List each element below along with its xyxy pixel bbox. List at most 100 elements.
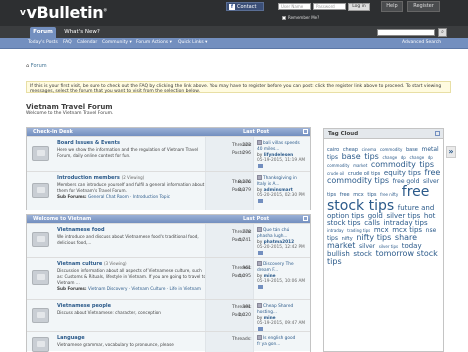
forum-link[interactable]: Vietnamese people — [57, 303, 111, 309]
last-post-title[interactable]: Que tán chú — [263, 228, 289, 233]
forum-stats: Threads: 223 Posts: 296 — [205, 137, 254, 171]
tag-link[interactable]: free nifty — [380, 192, 398, 197]
tag-link[interactable]: nifty tips — [356, 233, 391, 242]
last-post-date: 05-19-2015, 11:19 AM — [257, 158, 306, 164]
tag-link[interactable]: tips — [327, 154, 338, 161]
forum-link[interactable]: Language — [57, 335, 85, 341]
last-post-title[interactable]: Is english good — [263, 336, 295, 341]
register-button[interactable]: Register — [407, 1, 440, 12]
remember-me[interactable]: Remember Me? — [282, 15, 319, 20]
last-post-header: Last Post — [243, 129, 270, 135]
tag-link[interactable]: stock tips — [327, 219, 361, 227]
section-title[interactable]: Welcome to Vietnam — [33, 216, 91, 222]
goto-last-post-icon[interactable] — [258, 285, 263, 290]
last-post-user[interactable]: lifyndelesen — [264, 153, 294, 158]
top-header: vvBulletin® f Contact User Name Password … — [0, 0, 468, 26]
forum-row[interactable]: Vietnamese people Discuss about Vietname… — [27, 299, 310, 332]
forum-link[interactable]: Vietnamese food — [57, 227, 105, 233]
forum-row[interactable]: Vietnam culture (3 Viewing) Discussion i… — [27, 257, 310, 299]
tag-link[interactable]: commodity — [380, 147, 402, 152]
tag-link[interactable]: commodity — [371, 160, 416, 169]
tag-link[interactable]: commodity — [327, 163, 349, 168]
thread-count: 778 — [242, 230, 251, 235]
subnav-todays-posts[interactable]: Today's Posts — [28, 40, 58, 45]
breadcrumb-forum[interactable]: Forum — [31, 63, 47, 69]
tag-link[interactable]: intraday — [327, 228, 344, 233]
subnav-faq[interactable]: FAQ — [63, 40, 72, 45]
last-post-title[interactable]: Thanksgiving in — [263, 176, 297, 181]
collapse-icon[interactable] — [303, 129, 308, 134]
forum-link[interactable]: Vietnam culture (3 Viewing) — [57, 261, 127, 267]
tag-cloud-title: Tag Cloud — [328, 131, 359, 137]
forum-description: We introduce and discuss about Vietnames… — [57, 234, 199, 245]
last-post: Thanksgiving in Italy is A... by adminsm… — [257, 175, 312, 205]
login-form: User Name Password Log in — [278, 3, 370, 11]
subnav-calendar[interactable]: Calendar — [77, 40, 97, 45]
forum-status-icon — [32, 146, 49, 161]
post-count: 4,095 — [238, 274, 251, 279]
tag-link[interactable]: future and — [398, 204, 435, 212]
forum-stats: Threads: 8,276 Posts: 8,379 — [205, 172, 254, 210]
goto-last-post-icon[interactable] — [258, 199, 263, 204]
thread-icon — [257, 335, 262, 340]
remember-checkbox[interactable] — [282, 15, 286, 20]
thread-icon — [257, 175, 262, 180]
home-icon[interactable]: ⌂ — [26, 63, 29, 69]
tag-link[interactable]: metal — [421, 146, 438, 153]
last-post-user[interactable]: phatma2012 — [264, 240, 294, 245]
forum-row[interactable]: Board Issues & Events Here we show the i… — [27, 136, 310, 171]
last-post-date: 05-19-2015, 09:47 AM — [257, 321, 306, 327]
sidebar-toggle-icon[interactable]: » — [446, 146, 456, 158]
tag-link[interactable]: cairo — [327, 147, 339, 153]
forum-link[interactable]: Board Issues & Events — [57, 140, 120, 146]
password-input[interactable]: Password — [313, 3, 346, 10]
last-post: Is english good fr ya gon... — [257, 335, 296, 347]
last-post-title[interactable]: bali villas speeds — [263, 141, 300, 146]
contact-button[interactable]: f Contact — [226, 2, 264, 11]
forum-stats: Threads: 961 Posts: 4,095 — [205, 258, 254, 299]
tag-link[interactable]: base — [342, 152, 361, 161]
search-icon[interactable]: ⌕ — [438, 28, 447, 37]
tag-link[interactable]: market — [353, 163, 367, 168]
tag-link[interactable]: stock — [353, 250, 372, 258]
subforums: Sub Forums: General Chat Room · Introduc… — [57, 194, 171, 199]
last-post-user[interactable]: adminsmart — [264, 188, 293, 193]
tag-link[interactable]: base — [406, 147, 418, 153]
collapse-icon[interactable] — [435, 131, 440, 136]
tab-forum[interactable]: Forum — [30, 27, 56, 38]
forum-section: Welcome to Vietnam Last Post Vietnamese … — [26, 214, 311, 352]
goto-last-post-icon[interactable] — [258, 164, 263, 169]
advanced-search-link[interactable]: Advanced Search — [402, 40, 441, 45]
section-header: Welcome to Vietnam Last Post — [27, 215, 310, 223]
last-post-title[interactable]: Discovery The — [263, 262, 294, 267]
collapse-icon[interactable] — [303, 216, 308, 221]
post-count: 8,379 — [238, 188, 251, 193]
subnav-quick-links[interactable]: Quick Links ▾ — [178, 40, 207, 45]
tag-link[interactable]: silver — [359, 243, 375, 250]
vbulletin-logo[interactable]: vvBulletin® — [20, 3, 107, 22]
subforums: Sub Forums: Vietnam Discovery · Vietnam … — [57, 286, 201, 291]
subnav-forum-actions[interactable]: Forum Actions ▾ — [136, 40, 172, 45]
last-post-title[interactable]: Cheap Shared — [263, 304, 293, 309]
goto-last-post-icon[interactable] — [258, 251, 263, 256]
forum-row[interactable]: Introduction members (2 Viewing) Members… — [27, 171, 310, 210]
tab-whats-new[interactable]: What's New? — [60, 27, 104, 38]
post-count: 1,020 — [238, 313, 251, 318]
username-input[interactable]: User Name — [278, 3, 311, 10]
forum-stats: Threads: — [205, 332, 254, 352]
tag-link[interactable]: equity tips — [384, 169, 421, 177]
section-title[interactable]: Check-in Desk — [33, 129, 73, 135]
forum-row[interactable]: Language Vietnamese grammar, vocabulary … — [27, 331, 310, 352]
last-post-user[interactable]: mine — [264, 316, 276, 321]
search-input[interactable] — [377, 29, 435, 36]
tag-link[interactable]: free — [402, 184, 430, 200]
help-button[interactable]: Help — [381, 1, 403, 12]
forum-description: Members can introduce yourself and fulfi… — [57, 182, 205, 193]
forum-link[interactable]: Introduction members (2 Viewing) — [57, 175, 144, 181]
login-button[interactable]: Log in — [348, 3, 370, 11]
last-post-user[interactable]: mine — [264, 274, 276, 279]
subnav-community[interactable]: Community ▾ — [102, 40, 132, 45]
forum-description: Welcome to the Vietnam Travel Forum. — [26, 111, 114, 116]
forum-row[interactable]: Vietnamese food We introduce and discuss… — [27, 223, 310, 257]
thread-count: 8,276 — [238, 180, 251, 185]
